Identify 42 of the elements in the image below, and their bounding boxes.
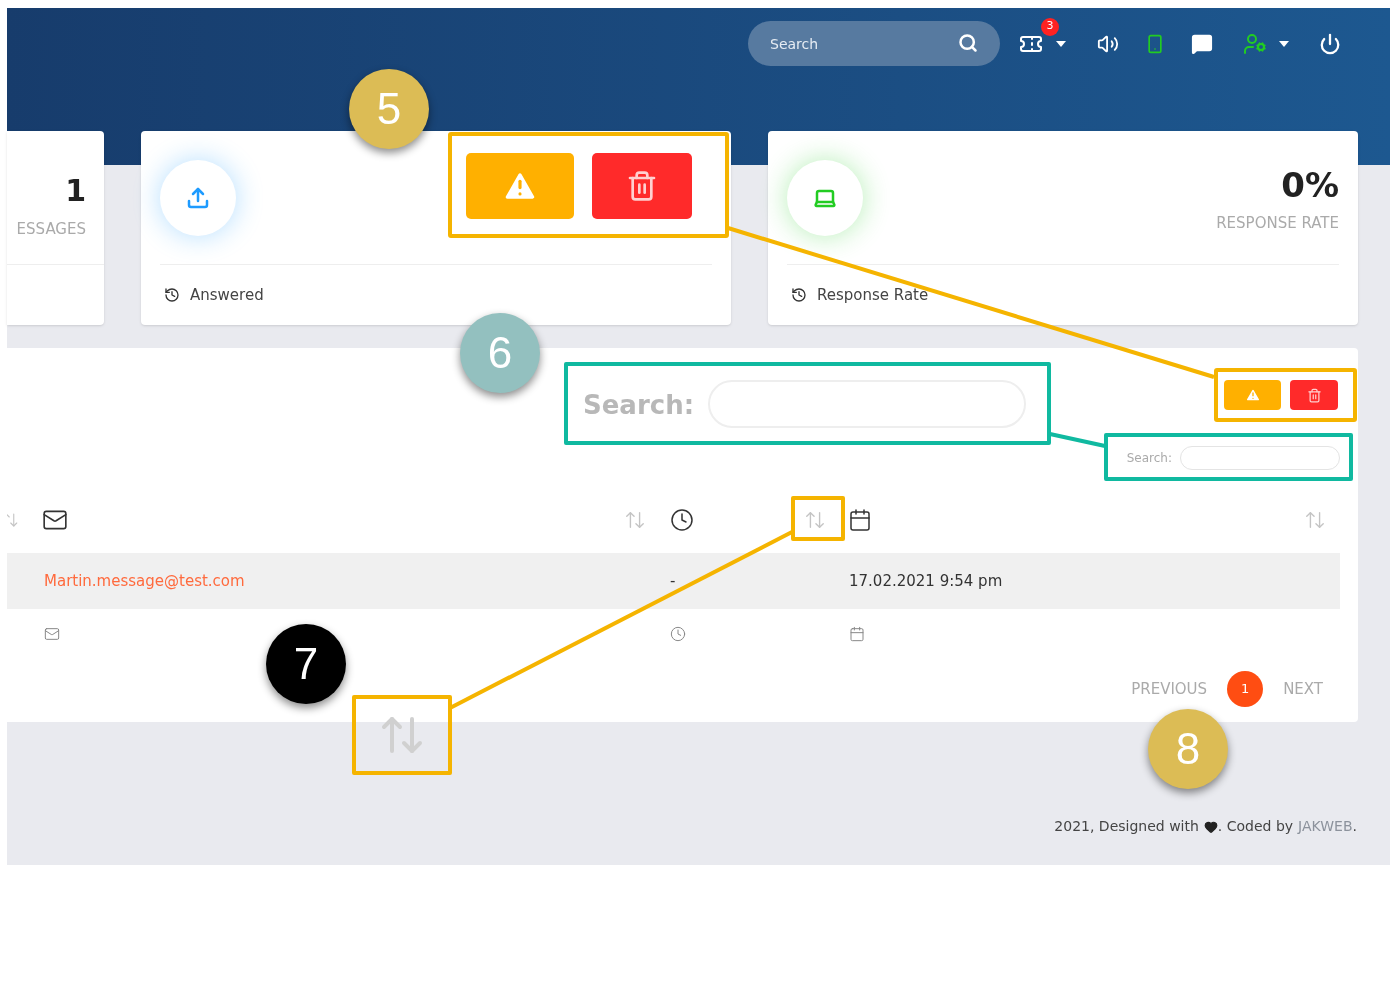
table-row[interactable]: Martin.message@test.com - 17.02.2021 9:54 pm (7, 553, 1340, 609)
table-search-field[interactable] (1180, 446, 1340, 470)
trash-icon (626, 170, 658, 202)
search-label-zoom: Search: (583, 389, 695, 422)
clock-icon (670, 508, 694, 532)
highlight-frame (791, 496, 845, 541)
search-icon[interactable] (958, 33, 978, 53)
stat-label: RESPONSE RATE (1216, 212, 1339, 234)
stat-value: 0% (1281, 164, 1339, 205)
calendar-icon (848, 508, 872, 532)
stat-value: 1 (65, 172, 86, 210)
search-label: Search: (1126, 450, 1172, 467)
footer-text: . Coded by (1217, 817, 1294, 836)
phone-icon[interactable] (1145, 33, 1165, 54)
footer-text: 2021, Designed with (1054, 817, 1199, 836)
email-link[interactable]: Martin.message@test.com (37, 569, 660, 593)
author-link[interactable]: JAKWEB (1298, 816, 1353, 837)
date-cell-text: 17.02.2021 9:54 pm (848, 570, 1004, 592)
history-icon (164, 287, 180, 303)
mail-icon (44, 626, 60, 642)
user-icon[interactable] (1243, 31, 1267, 56)
power-icon[interactable] (1319, 32, 1341, 55)
history-icon (791, 287, 807, 303)
card-footer-text: Response Rate (817, 284, 929, 306)
time-cell-text: - (669, 570, 677, 592)
caret-icon[interactable] (1279, 40, 1289, 47)
search-field[interactable]: Search (748, 21, 1000, 66)
previous-button[interactable]: PREVIOUS (1131, 677, 1208, 701)
footer-text: . (1352, 817, 1357, 836)
caret-icon[interactable] (1056, 40, 1066, 47)
calendar-icon (849, 626, 865, 642)
page-button[interactable]: 1 (1227, 671, 1264, 707)
clock-icon (670, 626, 686, 642)
trash-icon (1306, 387, 1322, 403)
next-button[interactable]: NEXT (1283, 677, 1323, 701)
chat-icon[interactable] (1191, 32, 1213, 55)
delete-button[interactable] (1290, 380, 1338, 410)
stat-label: ESSAGES (16, 219, 86, 240)
card-footer-text: Answered (190, 284, 264, 306)
heart-icon (1203, 819, 1218, 834)
notification-badge: 3 (1041, 17, 1059, 36)
warning-icon (1244, 387, 1261, 403)
